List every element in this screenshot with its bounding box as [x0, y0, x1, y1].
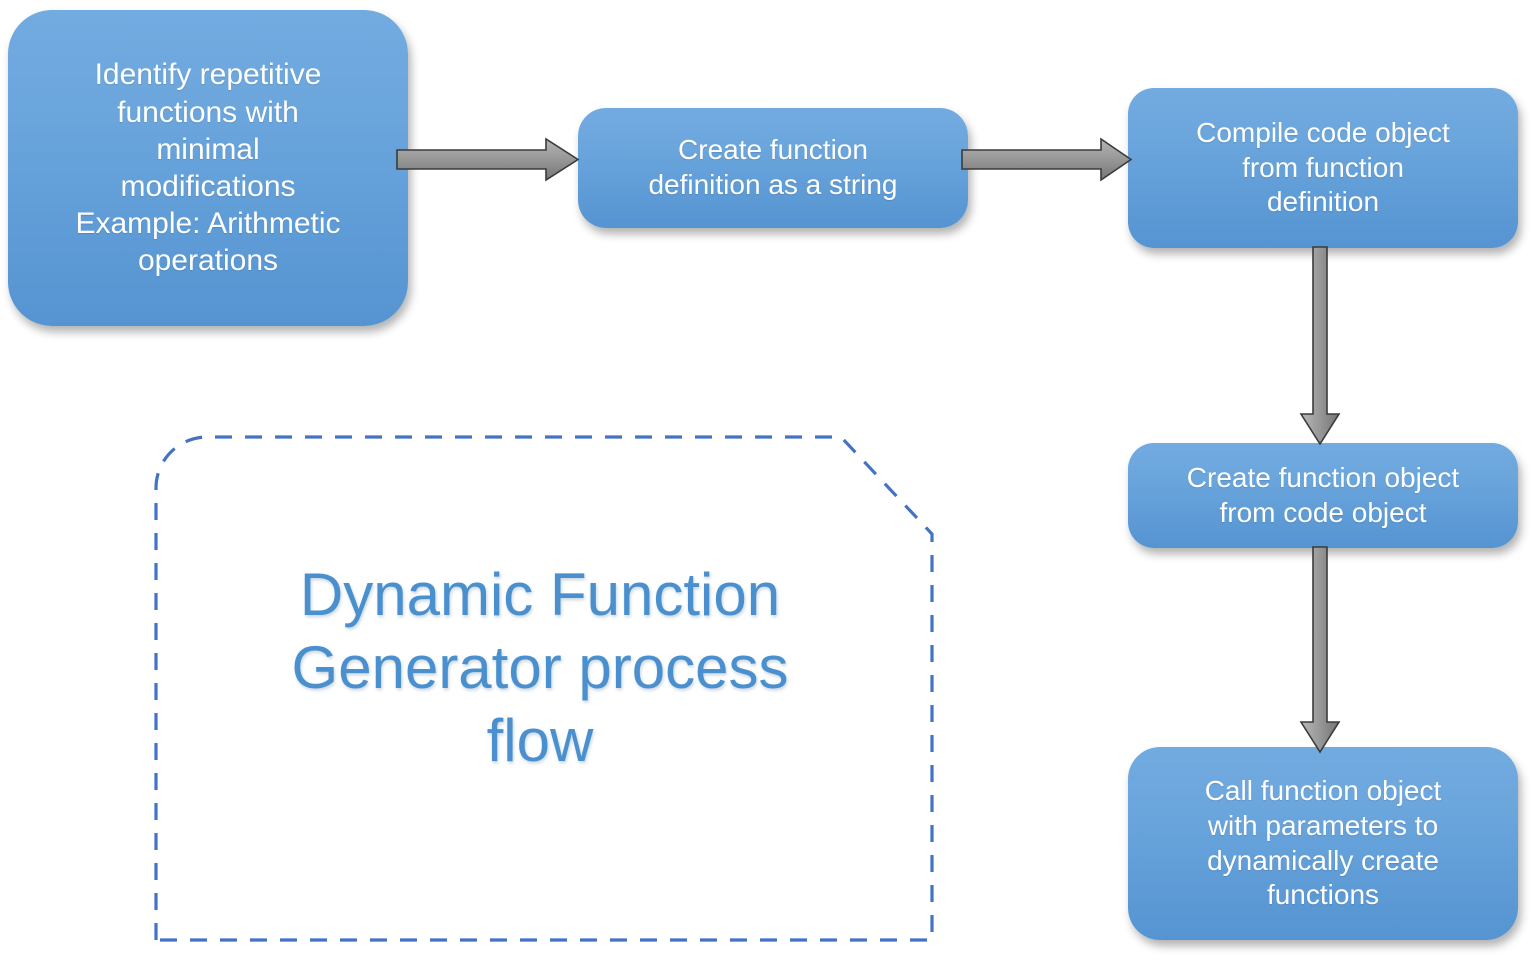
process-node-identify-label: Identify repetitive functions with minim…: [75, 58, 341, 278]
flowchart-canvas: Identify repetitive functions with minim…: [0, 0, 1534, 975]
process-node-create-function-object-label: Create function object from code object: [1186, 461, 1460, 528]
process-node-create-definition[interactable]: Create function definition as a string: [578, 108, 968, 228]
process-node-create-definition-label: Create function definition as a string: [648, 134, 898, 200]
arrow-right-identify-to-create-definition: [396, 137, 580, 182]
arrow-right-create-definition-to-compile: [961, 137, 1133, 182]
process-node-create-function-object[interactable]: Create function object from code object: [1128, 443, 1518, 548]
process-node-compile[interactable]: Compile code object from function defini…: [1128, 88, 1518, 248]
arrow-down-compile-to-create-function-object: [1296, 246, 1344, 446]
process-node-call-label: Call function object with parameters to …: [1204, 775, 1442, 911]
arrow-down-create-function-object-to-call: [1296, 546, 1344, 754]
process-node-call[interactable]: Call function object with parameters to …: [1128, 747, 1518, 940]
flow-title: Dynamic Function Generator process flow: [291, 561, 789, 775]
process-node-compile-label: Compile code object from function defini…: [1196, 116, 1450, 218]
process-node-identify[interactable]: Identify repetitive functions with minim…: [8, 10, 408, 326]
